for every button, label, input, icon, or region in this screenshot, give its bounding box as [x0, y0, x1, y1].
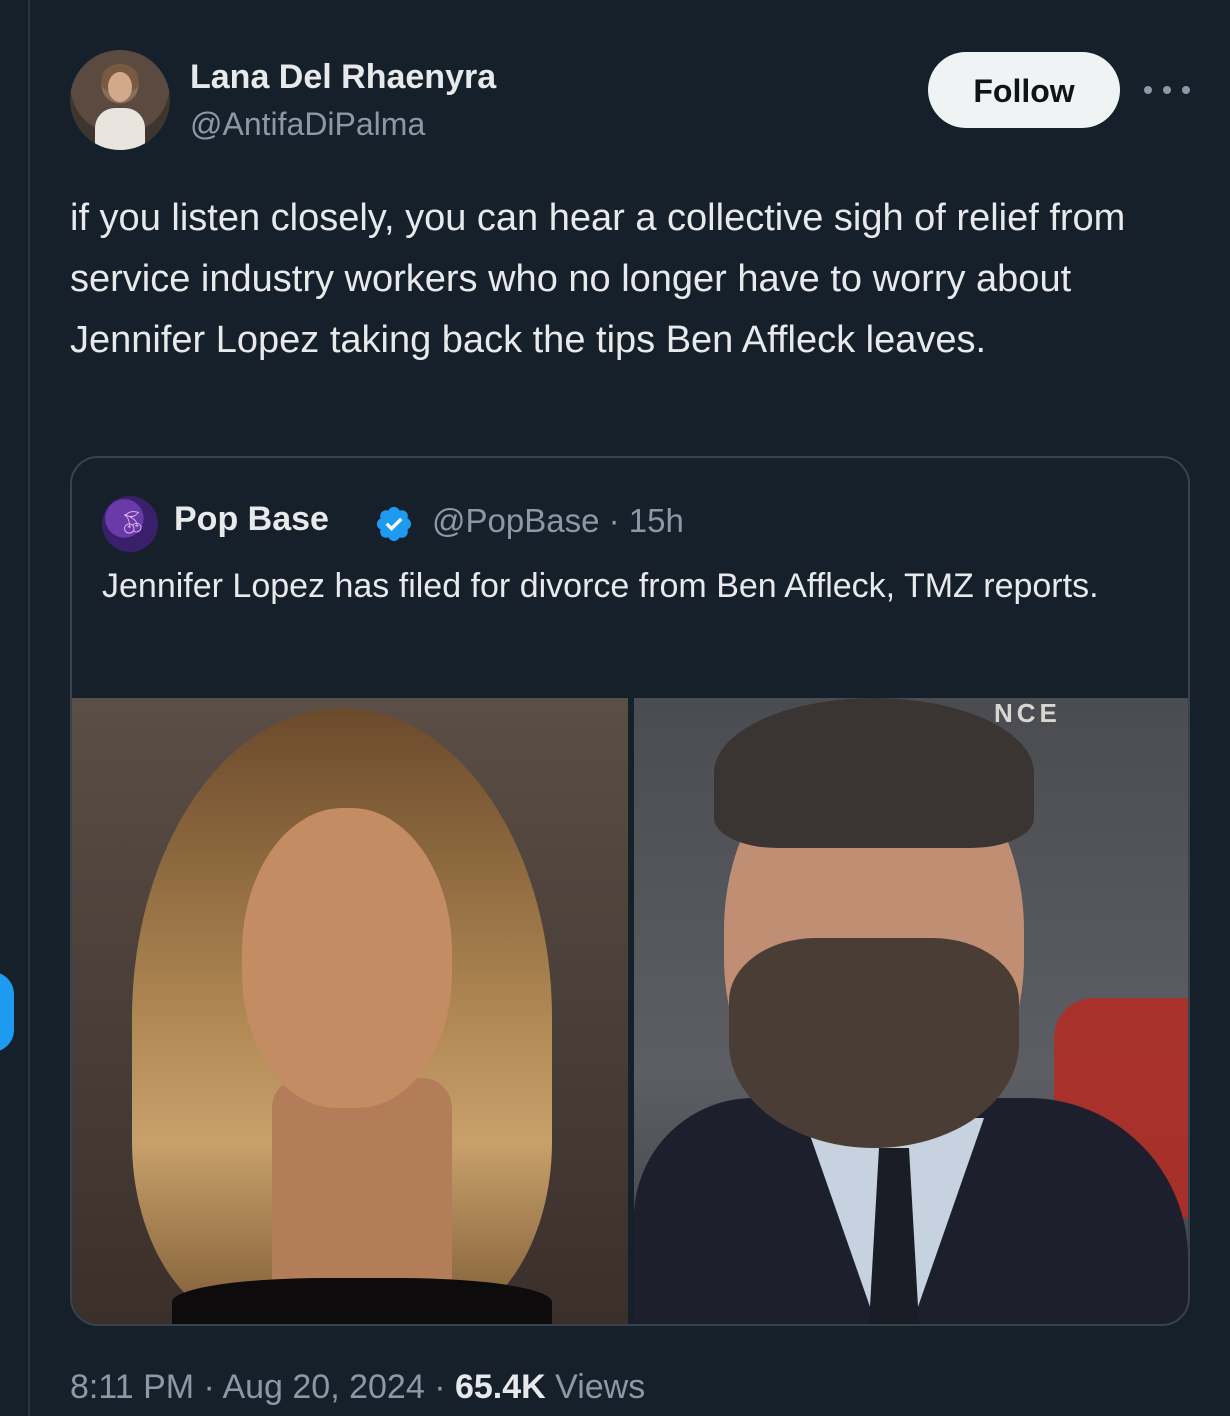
more-options-icon[interactable]: [1144, 72, 1190, 108]
avatar-shirt: [95, 108, 145, 150]
quoted-author-name[interactable]: Pop Base: [174, 500, 329, 539]
views-count[interactable]: 65.4K: [455, 1368, 546, 1406]
photo-dress: [172, 1278, 552, 1324]
author-display-name[interactable]: Lana Del Rhaenyra: [190, 58, 496, 97]
quoted-tweet[interactable]: 🍒︎ Pop Base @PopBase · 15h Jennifer Lope…: [70, 456, 1190, 1326]
quoted-tweet-header: 🍒︎ Pop Base @PopBase · 15h: [102, 496, 1152, 552]
dot: [1144, 86, 1152, 94]
ben-affleck-photo[interactable]: NCE: [634, 698, 1188, 1324]
tweet-metadata: 8:11 PM · Aug 20, 2024 · 65.4K Views: [70, 1368, 645, 1407]
views-label: Views: [555, 1368, 646, 1406]
separator: ·: [194, 1368, 223, 1406]
photo-hair: [714, 698, 1034, 848]
dot: [1182, 86, 1190, 94]
tweet-header: Lana Del Rhaenyra @AntifaDiPalma Follow: [70, 50, 1200, 150]
photo-beard: [729, 938, 1019, 1148]
author-avatar[interactable]: [70, 50, 170, 150]
dot: [1163, 86, 1171, 94]
verified-badge-icon: [376, 506, 412, 542]
tweet-time[interactable]: 8:11 PM: [70, 1368, 194, 1406]
tweet-text: if you listen closely, you can hear a co…: [70, 197, 1126, 361]
timeline-divider: [28, 0, 30, 1416]
quoted-tweet-text: Jennifer Lopez has filed for divorce fro…: [102, 567, 1099, 605]
compose-button-edge[interactable]: [0, 972, 14, 1052]
avatar-face: [108, 72, 132, 102]
photo-sign-text: NCE: [994, 698, 1061, 728]
quoted-author-avatar[interactable]: 🍒︎: [102, 496, 158, 552]
separator: ·: [424, 1368, 455, 1406]
follow-button[interactable]: Follow: [928, 52, 1120, 128]
cherry-icon: 🍒︎: [119, 510, 147, 535]
photo-face: [242, 808, 452, 1108]
quoted-handle-time[interactable]: @PopBase · 15h: [432, 502, 684, 540]
quoted-tweet-media[interactable]: NCE: [72, 698, 1188, 1324]
author-handle[interactable]: @AntifaDiPalma: [190, 106, 425, 143]
tweet-date[interactable]: Aug 20, 2024: [222, 1368, 424, 1406]
jennifer-lopez-photo[interactable]: [72, 698, 628, 1324]
